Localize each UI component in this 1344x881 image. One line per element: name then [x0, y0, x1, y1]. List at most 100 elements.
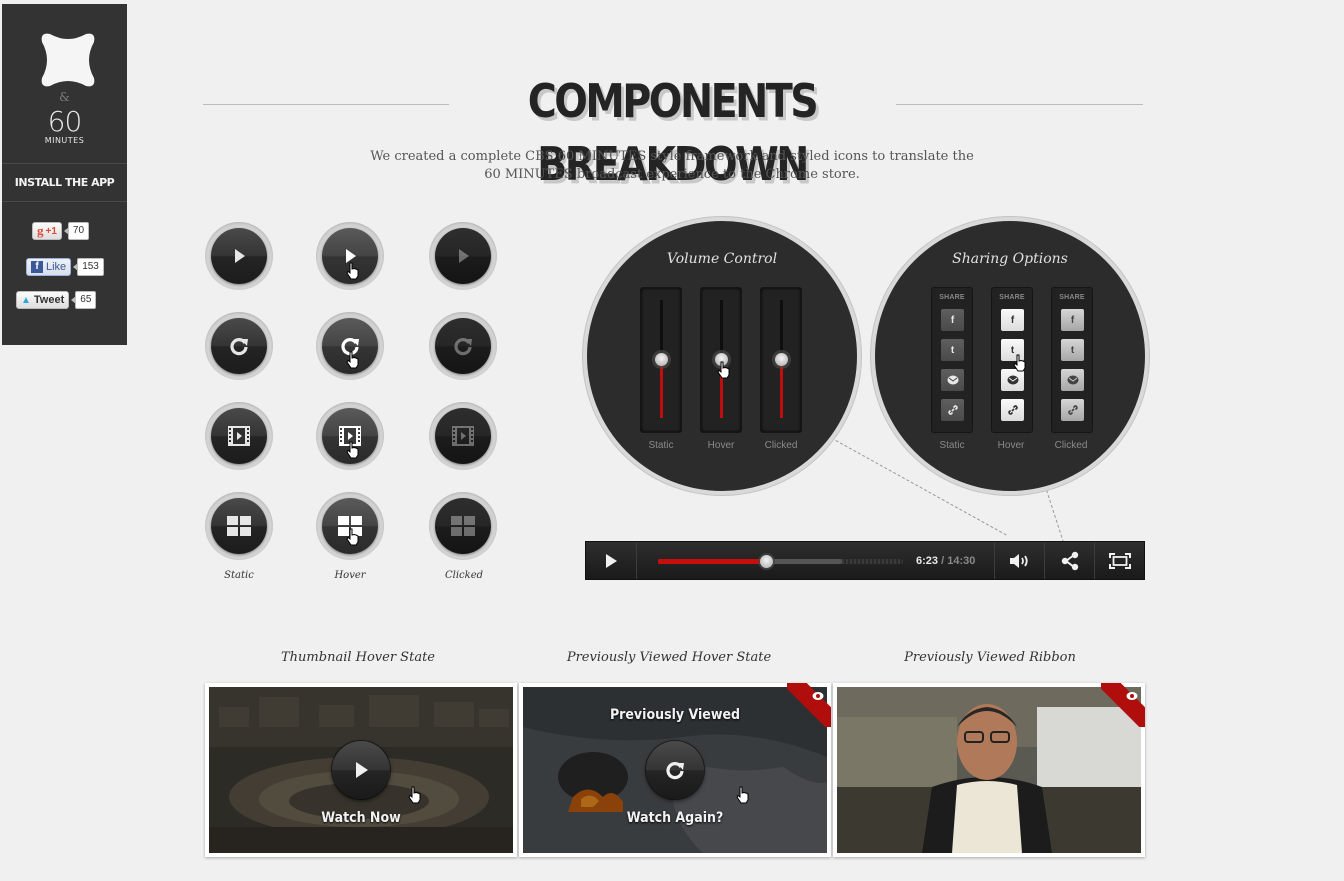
progress-fill: [658, 559, 766, 564]
play-icon: [356, 762, 368, 778]
grid-button-hover[interactable]: [316, 492, 384, 560]
eye-icon: [812, 692, 824, 700]
facebook-like-button[interactable]: f Like: [26, 258, 72, 276]
play-icon: [459, 249, 469, 263]
fullscreen-button[interactable]: [1094, 542, 1144, 579]
watch-again-replay-button[interactable]: [646, 741, 704, 799]
link-icon: [1067, 405, 1078, 415]
facebook-count: 153: [73, 258, 104, 276]
video-thumbnail-hover[interactable]: Watch Now: [205, 683, 517, 857]
volume-slider-static[interactable]: [640, 287, 682, 433]
gplus-icon: g: [37, 223, 44, 238]
twitter-icon: t: [1070, 344, 1075, 356]
grid-button-static[interactable]: [205, 492, 273, 560]
play-pause-button[interactable]: [586, 542, 636, 579]
time-separator: /: [938, 555, 948, 567]
volume-label-static: Static: [648, 440, 674, 451]
hand-cursor-icon: [346, 351, 359, 369]
link-icon: [947, 405, 958, 415]
facebook-share-button[interactable]: f: [941, 309, 964, 331]
progress-scrubber[interactable]: [759, 555, 773, 568]
hand-cursor-icon: [736, 786, 749, 804]
replay-button-hover[interactable]: [316, 312, 384, 380]
link-icon: [1007, 405, 1018, 415]
thumb-caption-previously-viewed-ribbon: Previously Viewed Ribbon: [904, 650, 1076, 665]
logo-icon[interactable]: [40, 32, 96, 88]
share-label-static: Static: [939, 440, 965, 451]
share-label-clicked: Clicked: [1054, 440, 1088, 451]
replay-icon: [454, 338, 472, 356]
replay-button-static[interactable]: [205, 312, 273, 380]
sharing-panel-title: Sharing Options: [952, 251, 1068, 267]
thumb-caption-previously-viewed-hover: Previously Viewed Hover State: [566, 650, 772, 665]
facebook-share-button[interactable]: f: [1061, 309, 1084, 331]
volume-slider-clicked[interactable]: [760, 287, 802, 433]
video-thumbnail-previously-viewed-ribbon[interactable]: [833, 683, 1145, 857]
share-header: SHARE: [1059, 294, 1085, 301]
hand-cursor-icon: [346, 262, 359, 280]
title-rule-right: [896, 104, 1143, 105]
replay-button-clicked[interactable]: [429, 312, 497, 380]
tweet-button[interactable]: ▲ Tweet: [16, 291, 70, 309]
link-share-button[interactable]: [1061, 399, 1084, 421]
share-column-static: SHARE f t: [931, 287, 973, 433]
replay-icon: [666, 762, 684, 780]
progress-area: 6:23 / 14:30: [636, 542, 994, 579]
video-thumbnail-previously-viewed-hover[interactable]: Previously Viewed Watch Again?: [519, 683, 831, 857]
facebook-share-button[interactable]: f: [1001, 309, 1024, 331]
watch-now-play-button[interactable]: [332, 741, 390, 799]
film-button-clicked[interactable]: [429, 402, 497, 470]
gplus-button[interactable]: g +1: [32, 222, 62, 240]
grid-icon: [451, 516, 475, 536]
previously-viewed-ribbon: [1101, 683, 1145, 727]
twitter-icon: t: [950, 344, 955, 356]
hand-cursor-icon: [717, 361, 730, 379]
film-button-static[interactable]: [205, 402, 273, 470]
volume-knob[interactable]: [655, 353, 668, 366]
twitter-share-button[interactable]: t: [941, 339, 964, 361]
volume-button[interactable]: [994, 542, 1044, 579]
link-share-button[interactable]: [1001, 399, 1024, 421]
play-icon: [606, 553, 617, 568]
film-button-hover[interactable]: [316, 402, 384, 470]
share-column-clicked: SHARE f t: [1051, 287, 1093, 433]
state-label-hover: Hover: [334, 570, 366, 581]
gplus-count: 70: [63, 222, 90, 240]
hand-cursor-icon: [408, 786, 421, 804]
link-share-button[interactable]: [941, 399, 964, 421]
sidebar: & 60 MINUTES INSTALL THE APP g +1 70 f L…: [2, 4, 127, 345]
twitter-icon: ▲: [21, 294, 31, 306]
play-button-clicked[interactable]: [429, 222, 497, 290]
portrait-man-image: [837, 687, 1141, 853]
play-button-static[interactable]: [205, 222, 273, 290]
facebook-icon: f: [1070, 314, 1075, 326]
email-share-button[interactable]: [941, 369, 964, 391]
share-header: SHARE: [939, 294, 965, 301]
replay-icon: [230, 338, 248, 356]
hand-cursor-icon: [1013, 354, 1026, 372]
intro-line-2: 60 MINUTES broadcast experience to the C…: [484, 167, 860, 182]
email-icon: [1067, 375, 1078, 385]
twitter-count: 65: [71, 291, 97, 309]
email-share-button[interactable]: [1061, 369, 1084, 391]
twitter-share-button[interactable]: t: [1061, 339, 1084, 361]
duration: 14:30: [947, 555, 976, 567]
install-app-button[interactable]: INSTALL THE APP: [2, 163, 127, 202]
logo-minutes: MINUTES: [44, 136, 85, 145]
volume-knob[interactable]: [775, 353, 788, 366]
email-share-button[interactable]: [1001, 369, 1024, 391]
share-icon: [1061, 551, 1078, 570]
share-button[interactable]: [1044, 542, 1094, 579]
state-label-clicked: Clicked: [444, 570, 484, 581]
facebook-icon: f: [31, 261, 43, 273]
state-label-static: Static: [224, 570, 254, 581]
time-display: 6:23 / 14:30: [916, 555, 975, 567]
volume-slider-hover[interactable]: [700, 287, 742, 433]
facebook-label: Like: [46, 261, 67, 273]
logo-60: 60: [47, 105, 83, 138]
gplus-label: +1: [45, 225, 57, 237]
tweet-label: Tweet: [33, 294, 65, 306]
grid-button-clicked[interactable]: [429, 492, 497, 560]
share-header: SHARE: [999, 294, 1025, 301]
email-icon: [1007, 375, 1018, 385]
